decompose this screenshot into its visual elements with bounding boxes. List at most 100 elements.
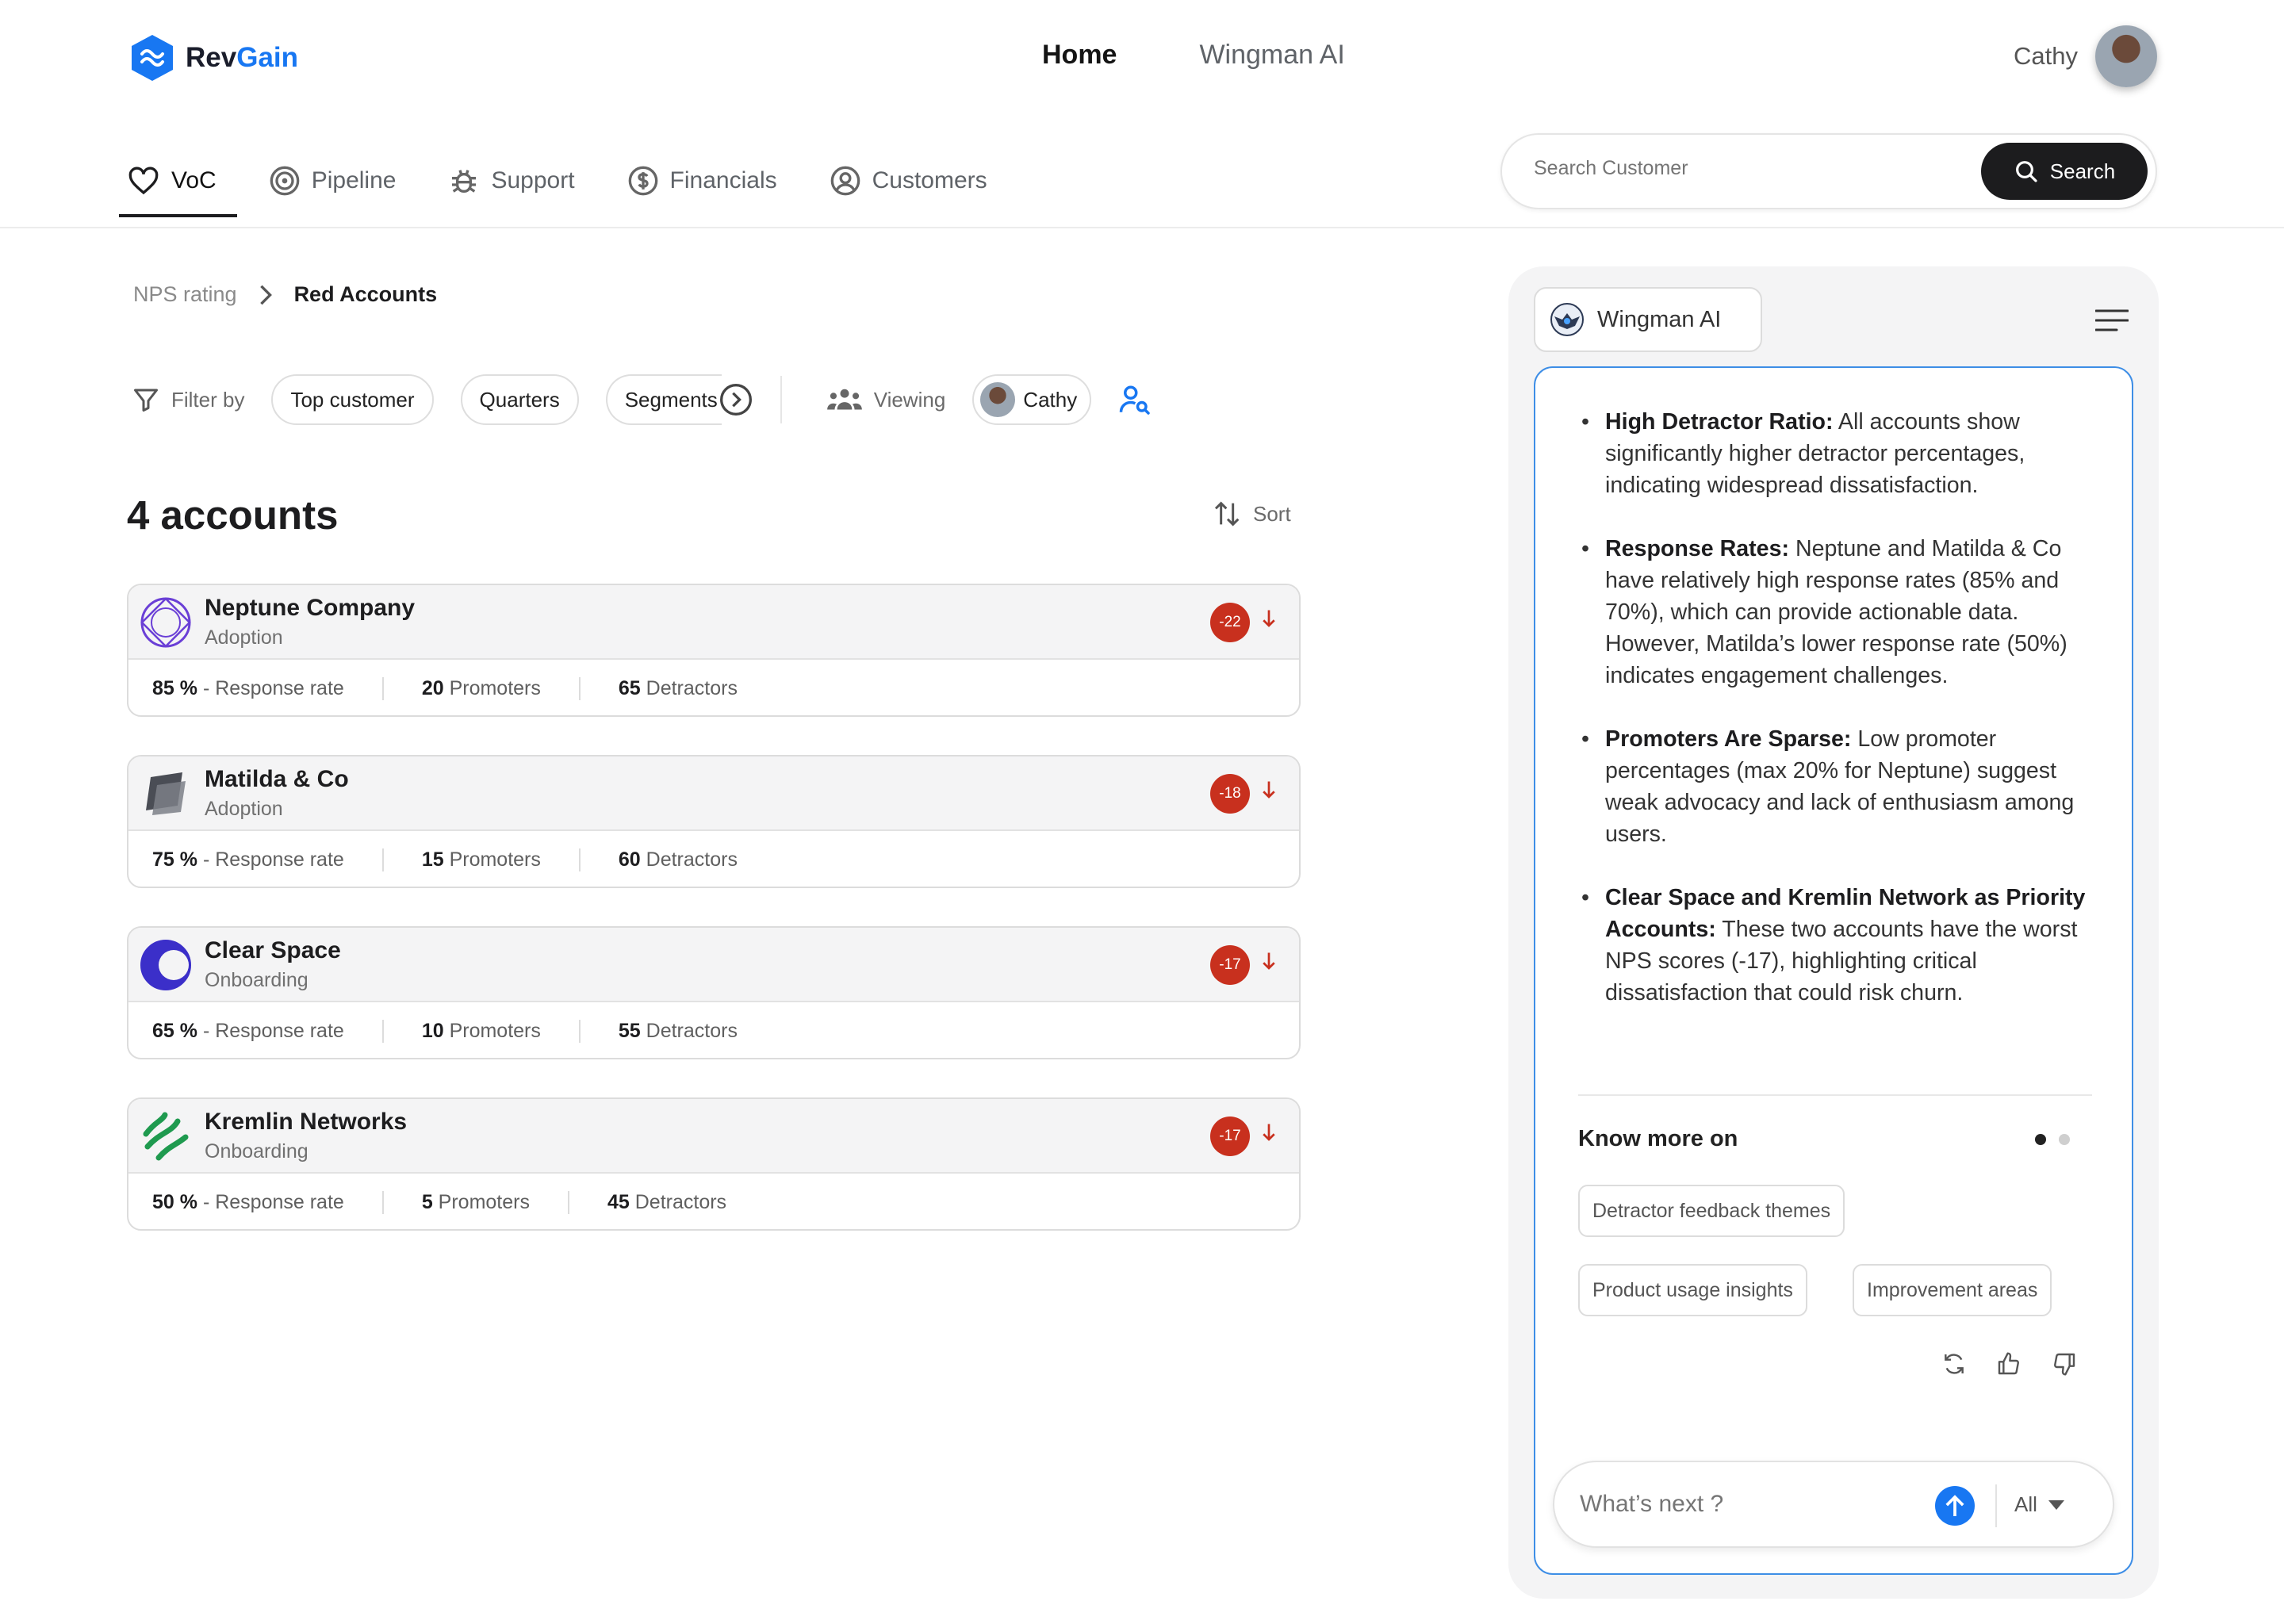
target-icon (270, 166, 300, 196)
wingman-title: Wingman AI (1597, 306, 1722, 332)
suggestion-improvement-areas[interactable]: Improvement areas (1853, 1264, 2052, 1316)
search-input[interactable] (1534, 157, 1946, 180)
top-navigation: Home Wingman AI (1042, 40, 1345, 71)
account-name: Matilda & Co (205, 766, 349, 792)
chevron-right-icon (259, 285, 272, 304)
caret-down-icon (2048, 1500, 2064, 1510)
tab-customers[interactable]: Customers (830, 147, 987, 214)
account-stage: Adoption (205, 626, 283, 649)
response-feedback-actions (1941, 1351, 2078, 1377)
account-card-neptune-company[interactable]: Neptune Company Adoption -22 85 % - Resp… (127, 584, 1301, 717)
tab-pipeline[interactable]: Pipeline (269, 147, 396, 214)
response-rate: 75 % - Response rate (152, 848, 344, 871)
filter-chip-top-customer[interactable]: Top customer (271, 374, 434, 425)
tab-support[interactable]: Support (448, 147, 575, 214)
brand-name: RevGain (186, 42, 299, 73)
promoters-count: 15 Promoters (381, 848, 579, 871)
viewing-user-chip[interactable]: Cathy (972, 374, 1092, 425)
promoters-count: 10 Promoters (381, 1019, 579, 1043)
filter-divider (780, 376, 782, 423)
user-circle-icon (830, 166, 860, 196)
list-item: Clear Space and Kremlin Network as Prior… (1581, 882, 2097, 1009)
detractors-count: 45 Detractors (567, 1190, 765, 1214)
avatar[interactable] (2095, 25, 2157, 87)
detractors-count: 60 Detractors (578, 848, 776, 871)
carousel-dot-1[interactable] (2035, 1134, 2046, 1145)
suggestion-detractor-feedback-themes[interactable]: Detractor feedback themes (1578, 1185, 1845, 1237)
user-menu[interactable]: Cathy (2014, 25, 2157, 87)
nps-score-badge: -18 (1210, 774, 1250, 814)
matilda-co-logo-icon (146, 772, 186, 815)
thumbs-down-icon[interactable] (2051, 1351, 2078, 1377)
carousel-dot-2[interactable] (2059, 1134, 2070, 1145)
filter-chip-segments[interactable]: Segments (605, 374, 722, 425)
accounts-count-title: 4 accounts (127, 492, 339, 538)
account-name: Clear Space (205, 937, 341, 963)
arrow-down-icon (1263, 781, 1275, 799)
tab-financials[interactable]: Financials (627, 147, 777, 214)
revgain-logo-icon (132, 35, 173, 81)
chevron-right-circle-icon[interactable] (718, 382, 753, 417)
viewing-user-name: Cathy (1023, 387, 1078, 412)
thumbs-up-icon[interactable] (1995, 1351, 2022, 1377)
account-stage: Onboarding (205, 969, 308, 991)
neptune-company-logo-icon (140, 597, 191, 648)
menu-icon[interactable] (2095, 309, 2129, 331)
carousel-dots[interactable] (2035, 1134, 2070, 1145)
ask-divider (1995, 1484, 1997, 1527)
arrow-up-icon (1945, 1495, 1964, 1516)
promoters-count: 5 Promoters (381, 1190, 568, 1214)
arrow-down-icon (1263, 610, 1275, 627)
list-item: Response Rates: Neptune and Matilda & Co… (1581, 533, 2097, 691)
nps-score-badge: -22 (1210, 603, 1250, 642)
search-button[interactable]: Search (1981, 143, 2148, 200)
send-button[interactable] (1935, 1486, 1975, 1526)
topnav-wingman-ai[interactable]: Wingman AI (1199, 40, 1344, 71)
arrow-down-icon (1263, 952, 1275, 970)
topnav-home[interactable]: Home (1042, 40, 1117, 71)
clear-space-logo-icon (140, 940, 191, 990)
suggestion-product-usage-insights[interactable]: Product usage insights (1578, 1264, 1807, 1316)
scope-value: All (2014, 1492, 2037, 1516)
filter-label: Filter by (132, 385, 244, 414)
tab-voc[interactable]: VoC (119, 147, 237, 217)
sort-button[interactable]: Sort (1212, 498, 1291, 530)
account-stage: Onboarding (205, 1140, 308, 1162)
breadcrumb: NPS rating Red Accounts (133, 282, 437, 307)
detractors-count: 55 Detractors (578, 1019, 776, 1043)
account-card-matilda-co[interactable]: Matilda & Co Adoption -18 75 % - Respons… (127, 755, 1301, 888)
section-tabs: VoC Pipeline Support Financials Customer… (119, 147, 987, 217)
wingman-chat-card: High Detractor Ratio: All accounts show … (1534, 366, 2133, 1575)
filter-icon (134, 389, 158, 412)
header-divider (0, 227, 2284, 228)
scope-dropdown[interactable]: All (2014, 1492, 2064, 1517)
users-icon (826, 389, 862, 410)
bug-icon (452, 170, 477, 193)
breadcrumb-current: Red Accounts (293, 282, 438, 306)
filter-chip-quarters[interactable]: Quarters (460, 374, 579, 425)
wingman-tab[interactable]: Wingman AI (1534, 287, 1762, 352)
account-card-clear-space[interactable]: Clear Space Onboarding -17 65 % - Respon… (127, 926, 1301, 1059)
refresh-icon[interactable] (1941, 1351, 1967, 1377)
list-item: High Detractor Ratio: All accounts show … (1581, 406, 2097, 501)
detractors-count: 65 Detractors (578, 676, 776, 700)
ask-input[interactable] (1580, 1491, 1897, 1518)
account-name: Kremlin Networks (205, 1109, 408, 1135)
brand-logo[interactable]: RevGain (130, 33, 298, 82)
wingman-logo-icon (1550, 303, 1584, 336)
know-more-label: Know more on (1578, 1126, 1738, 1151)
sort-icon (1214, 501, 1240, 527)
account-stage: Adoption (205, 798, 283, 820)
search-icon (2015, 161, 2037, 182)
arrow-down-icon (1263, 1124, 1275, 1141)
response-rate: 85 % - Response rate (152, 676, 344, 699)
breadcrumb-nps-rating[interactable]: NPS rating (133, 282, 237, 307)
heart-icon (128, 167, 159, 195)
user-search-icon[interactable] (1118, 383, 1152, 416)
account-card-kremlin-networks[interactable]: Kremlin Networks Onboarding -17 50 % - R… (127, 1097, 1301, 1231)
account-name: Neptune Company (205, 595, 416, 621)
list-item: Promoters Are Sparse: Low promoter perce… (1581, 723, 2097, 850)
search-button-label: Search (2049, 159, 2116, 183)
response-rate: 50 % - Response rate (152, 1190, 344, 1213)
nps-score-badge: -17 (1210, 1116, 1250, 1156)
